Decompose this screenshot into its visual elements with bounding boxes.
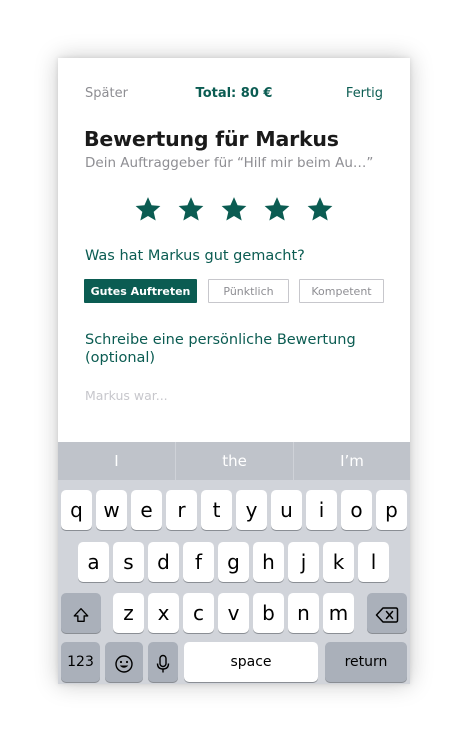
key-p[interactable]: p [376,490,407,530]
shift-icon [73,607,89,622]
star-rating[interactable] [134,195,338,223]
key-b[interactable]: b [253,593,284,633]
key-r[interactable]: r [166,490,197,530]
key-j[interactable]: j [288,542,319,582]
microphone-icon [156,654,170,672]
emoji-icon [115,654,133,673]
key-u[interactable]: u [271,490,302,530]
backspace-key[interactable] [367,593,407,633]
done-button[interactable]: Fertig [346,86,383,101]
review-label: Schreibe eine persönliche Bewertung (opt… [85,332,356,366]
key-o[interactable]: o [341,490,372,530]
key-g[interactable]: g [218,542,249,582]
suggestion-bar: I the I’m [58,442,410,480]
key-v[interactable]: v [218,593,249,633]
dictation-key[interactable] [148,642,178,682]
key-e[interactable]: e [131,490,162,530]
suggestion-3[interactable]: I’m [294,442,410,480]
chip-gutes-auftreten[interactable]: Gutes Auftreten [84,279,197,303]
top-bar: Später Total: 80 € Fertig [58,86,410,106]
key-y[interactable]: y [236,490,267,530]
star-icon-4[interactable] [263,195,291,223]
key-q[interactable]: q [61,490,92,530]
rating-form: Später Total: 80 € Fertig Bewertung für … [58,58,410,442]
key-c[interactable]: c [183,593,214,633]
key-n[interactable]: n [288,593,319,633]
key-h[interactable]: h [253,542,284,582]
chip-kompetent[interactable]: Kompetent [299,279,384,303]
key-f[interactable]: f [183,542,214,582]
praise-question: Was hat Markus gut gemacht? [85,248,305,264]
star-icon-2[interactable] [177,195,205,223]
app-screen: Später Total: 80 € Fertig Bewertung für … [58,58,410,684]
key-l[interactable]: l [358,542,389,582]
key-m[interactable]: m [323,593,354,633]
key-t[interactable]: t [201,490,232,530]
review-input[interactable] [85,384,383,406]
backspace-icon [375,606,399,623]
space-key[interactable]: space [184,642,318,682]
star-icon-3[interactable] [220,195,248,223]
return-key[interactable]: return [325,642,407,682]
chip-puenktlich[interactable]: Pünktlich [208,279,289,303]
key-k[interactable]: k [323,542,354,582]
shift-key[interactable] [61,593,101,633]
key-d[interactable]: d [148,542,179,582]
suggestion-1[interactable]: I [58,442,175,480]
star-icon-5[interactable] [306,195,334,223]
key-z[interactable]: z [113,593,144,633]
key-x[interactable]: x [148,593,179,633]
key-a[interactable]: a [78,542,109,582]
key-s[interactable]: s [113,542,144,582]
page-title: Bewertung für Markus [84,127,339,151]
key-i[interactable]: i [306,490,337,530]
numbers-key[interactable]: 123 [61,642,100,682]
page-subtitle: Dein Auftraggeber für “Hilf mir beim Au…… [85,155,374,171]
keyboard: I the I’m q w e r t y u i o p a s d f g … [58,442,410,684]
emoji-key[interactable] [105,642,143,682]
star-icon-1[interactable] [134,195,162,223]
suggestion-2[interactable]: the [176,442,293,480]
key-w[interactable]: w [96,490,127,530]
